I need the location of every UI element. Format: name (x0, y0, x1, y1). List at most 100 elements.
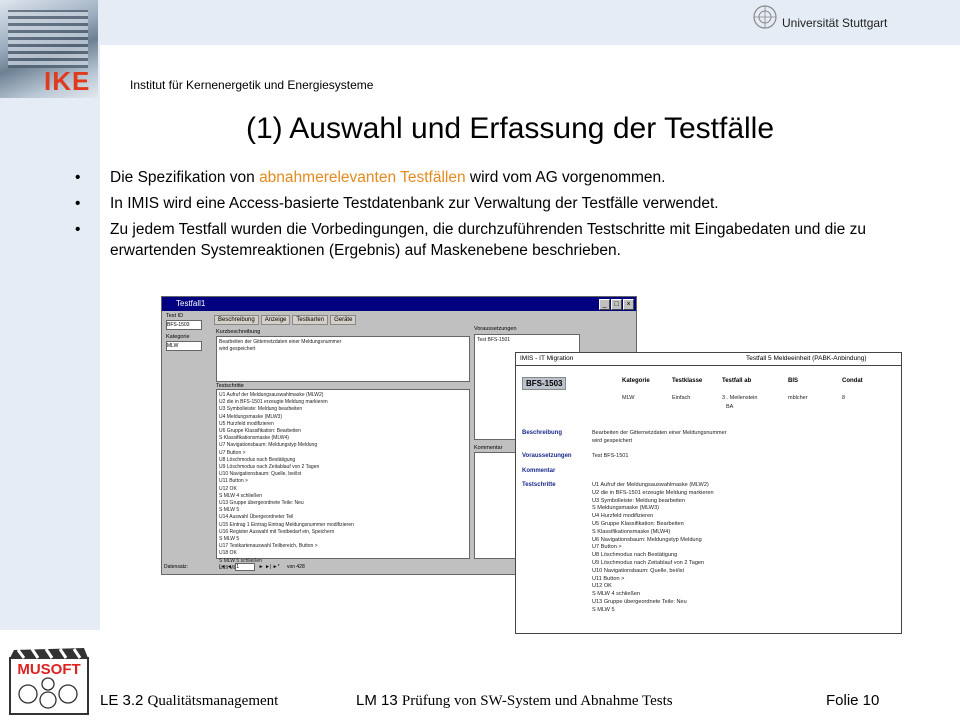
form-window-title: Testfall1 (176, 299, 206, 308)
step-line: U13 Gruppe übergeordnete Teile: Neu (219, 500, 304, 507)
report-step-line: U12 OK (592, 583, 612, 590)
report-step-line: U8 Löschmodus nach Bestätigung (592, 552, 678, 559)
step-line: U7 Navigationsbaum: Meldungstyp Meldung (219, 442, 318, 449)
report-step-line: U1 Aufruf der Meldungsauswahlmaske (MLW2… (592, 482, 709, 488)
panel-line: Bearbeiten der Gitternetzdaten einer Mel… (219, 339, 342, 345)
report-column: Condat (842, 378, 863, 384)
bullet-glyph: • (75, 221, 81, 238)
tab-anzeige[interactable]: Anzeige (260, 315, 291, 325)
step-line: U7 Button > (219, 449, 246, 456)
footer-le-text: Qualitätsmanagement (147, 693, 279, 709)
panel-label: Voraussetzungen (474, 326, 517, 332)
steps-panel[interactable]: U1 Aufruf der Meldungsauswahlmaske (MLW2… (216, 389, 470, 571)
field-label: Test ID (166, 313, 184, 319)
steps-list: U1 Aufruf der Meldungsauswahlmaske (MLW2… (217, 390, 469, 574)
building-photo-icon: IKE (0, 0, 98, 98)
step-line: S Klassifikationsmaske (MLW4) (219, 435, 289, 442)
report-section-voraussetzungen: Voraussetzungen (522, 453, 572, 459)
step-line: U15 Eintrag 1 Eintrag Eintrag Meldungsnu… (219, 521, 354, 528)
report-step-line: U11 Button > (592, 575, 625, 582)
report-step-line: U13 Gruppe übergeordnete Teile: Neu (592, 598, 687, 605)
musoft-logo-text: MUSOFT (17, 661, 80, 678)
report-text: Bearbeiten der Gitternetzdaten einer Mel… (592, 430, 727, 436)
footer-lm-text: Prüfung von SW-System und Abnahme Tests (401, 693, 673, 709)
test-id-field[interactable]: BFS-1503 (166, 320, 202, 330)
bullet-item: • Die Spezifikation von abnahmerelevanten… (75, 167, 945, 188)
bullet-item: • Zu jedem Testfall wurden die Vorbedingu… (75, 219, 945, 261)
report-step-line: U6 Navigationsbaum: Meldungstyp Meldung (592, 536, 702, 543)
report-text: wird gespeichert (592, 438, 633, 444)
step-line: U17 Testkartenauswahl Teilbereich, Butto… (219, 543, 318, 550)
report-step-line: U7 Button > (592, 544, 622, 551)
tab-beschreibung[interactable]: Beschreibung (214, 315, 259, 325)
report-value: mblcher (788, 395, 808, 401)
step-line: U3 Symbolleiste: Meldung bearbeiten (219, 406, 303, 413)
test-report-screenshot: IMIS - IT Migration Testfall 5 Meldeeinh… (515, 352, 902, 634)
bullet-item: • In IMIS wird eine Access-basierte Testd… (75, 193, 945, 214)
footer-le-prefix: LE 3.2 (100, 692, 144, 709)
report-step-line: U2 die in BFS-1501 erzeugte Meldung mark… (592, 489, 714, 496)
slide-title: (1) Auswahl und Erfassung der Testfälle (245, 112, 775, 145)
step-line: U4 Meldungsmaske (MLW3) (219, 413, 282, 420)
record-nav-buttons-next[interactable]: ► ►| ►* (259, 564, 280, 570)
field-label: Kategorie (166, 334, 190, 340)
report-step-line: S Meldungsmaske (MLW3) (592, 505, 660, 512)
tab-geraete[interactable]: Geräte (330, 315, 357, 325)
footer-slide-number: Folie 10 (826, 692, 880, 709)
report-header: IMIS - IT Migration Testfall 5 Meldeeinh… (516, 353, 901, 366)
step-line: U10 Navigationsbaum: Quelle, bei/ist (219, 471, 302, 478)
step-line: U18 OK (219, 550, 237, 557)
bullet-list: • Die Spezifikation von abnahmerelevanten… (75, 167, 945, 266)
panel-label: Kurzbeschreibung (216, 329, 261, 335)
maximize-icon[interactable]: □ (611, 299, 622, 310)
panel-label: Kommentar (474, 445, 503, 451)
report-value: MLW (622, 395, 635, 401)
footer-lm-prefix: LM 13 (356, 692, 398, 709)
bullet-glyph: • (75, 169, 81, 186)
report-step-line: U5 Gruppe Klassifikation: Bearbeiten (592, 520, 684, 527)
bullet-text: In IMIS wird eine Access-basierte Testda… (110, 195, 719, 212)
report-step-line: S Klassifikationsmaske (MLW4) (592, 528, 671, 535)
report-header-left: IMIS - IT Migration (520, 355, 574, 362)
ike-logo: IKE (44, 66, 91, 96)
bullet-glyph: • (75, 195, 81, 212)
report-value: 8 (842, 395, 846, 401)
form-tabs: Beschreibung Anzeige Testkarten Geräte (214, 315, 357, 325)
footer-lm: LM 13 Prüfung von SW-System und Abnahme … (356, 692, 673, 710)
tab-testkarten[interactable]: Testkarten (292, 315, 329, 325)
bullet-text-end: wird vom AG vorgenommen. (465, 169, 666, 186)
report-value: 3 . Meilenstein (722, 395, 758, 401)
report-step-line: U10 Navigationsbaum: Quelle, bei/ist (592, 567, 685, 574)
musoft-logo-icon: MUSOFT (9, 648, 89, 715)
step-line: U14 Auswahl Übergeordneter Teil (219, 514, 294, 521)
report-step-line: S MLW 5 (592, 606, 615, 613)
record-number[interactable]: 1 (235, 563, 256, 571)
report-steps-list: U1 Aufruf der Meldungsauswahlmaske (MLW2… (592, 482, 892, 615)
step-line: U16 Register Auswahl mit Testbedarf ein,… (219, 528, 335, 535)
bullet-text: Zu jedem Testfall wurden die Vorbedingun… (110, 221, 866, 259)
report-section-beschreibung: Beschreibung (522, 430, 563, 436)
university-branding: Universität Stuttgart (748, 0, 960, 45)
report-column: Testfall ab (722, 378, 752, 384)
report-header-right: Testfall 5 Meldeeinheit (PABK-Anbindung) (746, 355, 867, 362)
description-panel[interactable]: Bearbeiten der Gitternetzdaten einer Mel… (216, 336, 470, 382)
category-field[interactable]: MLW (166, 341, 202, 351)
step-line: U1 Aufruf der Meldungsauswahlmaske (MLW2… (219, 392, 324, 398)
close-icon[interactable]: × (623, 299, 634, 310)
record-nav-buttons[interactable]: |◄ ◄ (219, 564, 232, 570)
step-line: U9 Löschmodus nach Zeitablauf von 2 Tage… (219, 464, 320, 471)
panel-line: Test BFS-1501 (477, 337, 511, 343)
form-titlebar: Testfall1 _ □ × (162, 297, 636, 311)
report-step-line: U9 Löschmodus nach Zeitablauf von 2 Tage… (592, 559, 705, 566)
report-section-testschritte: Testschritte (522, 482, 556, 488)
record-label: Datensatz: (164, 564, 188, 570)
university-name: Universität Stuttgart (782, 16, 888, 30)
step-line: S MLW 4 schließen (219, 492, 262, 499)
report-test-id: BFS-1503 (522, 377, 567, 390)
record-total: von 428 (286, 564, 305, 570)
report-value-extra: BA (726, 404, 734, 410)
step-line: U6 Gruppe Klassifikation: Bearbeiten (219, 428, 301, 435)
minimize-icon[interactable]: _ (599, 299, 610, 310)
report-column: Testklasse (672, 378, 703, 384)
report-value: Einfach (672, 395, 691, 401)
